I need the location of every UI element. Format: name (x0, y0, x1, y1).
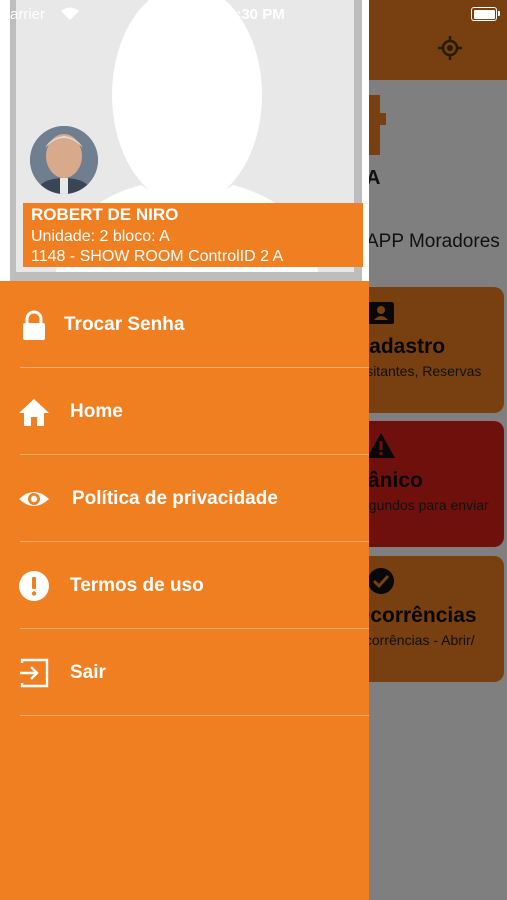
user-site: 1148 - SHOW ROOM ControlID 2 A (31, 248, 284, 265)
alert-icon (19, 571, 49, 601)
user-name: ROBERT DE NIRO (31, 205, 179, 224)
menu-item-label: Home (70, 401, 123, 422)
menu-item-label: Termos de uso (70, 575, 204, 596)
menu-item-sair[interactable]: Sair (0, 629, 369, 716)
status-bar: arrier 3:30 PM (0, 0, 507, 28)
menu-item-home[interactable]: Home (0, 368, 369, 455)
menu-item-label: Sair (70, 662, 106, 683)
drawer-header: ROBERT DE NIRO Unidade: 2 bloco: A 1148 … (0, 0, 369, 281)
home-icon (19, 399, 49, 426)
menu-item-termos-uso[interactable]: Termos de uso (0, 542, 369, 629)
drawer-menu: Trocar Senha Home Política de privacidad… (0, 281, 369, 716)
menu-item-politica-privacidade[interactable]: Política de privacidade (0, 455, 369, 542)
status-time: 3:30 PM (228, 6, 285, 23)
lock-icon (23, 310, 45, 340)
menu-item-trocar-senha[interactable]: Trocar Senha (0, 281, 369, 368)
user-unit: Unidade: 2 bloco: A (31, 228, 170, 245)
user-info-box: ROBERT DE NIRO Unidade: 2 bloco: A 1148 … (23, 203, 363, 267)
battery-icon (471, 7, 500, 21)
menu-item-label: Trocar Senha (64, 314, 185, 335)
wifi-icon (61, 7, 79, 20)
carrier-label: arrier (10, 6, 46, 23)
menu-item-label: Política de privacidade (72, 488, 278, 509)
logout-icon (20, 658, 49, 688)
side-drawer: ROBERT DE NIRO Unidade: 2 bloco: A 1148 … (0, 0, 369, 900)
user-avatar (30, 126, 98, 194)
eye-icon (19, 492, 49, 506)
